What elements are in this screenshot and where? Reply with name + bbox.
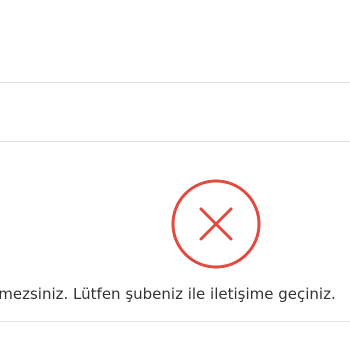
divider: [0, 82, 350, 83]
divider: [0, 321, 350, 322]
error-message: ilemine devam edemezsiniz. Lütfen şubeni…: [0, 283, 350, 305]
error-message-text: ilemine devam edemezsiniz. Lütfen şubeni…: [0, 285, 336, 303]
divider: [0, 141, 350, 142]
error-x-circle-icon: [170, 178, 262, 270]
